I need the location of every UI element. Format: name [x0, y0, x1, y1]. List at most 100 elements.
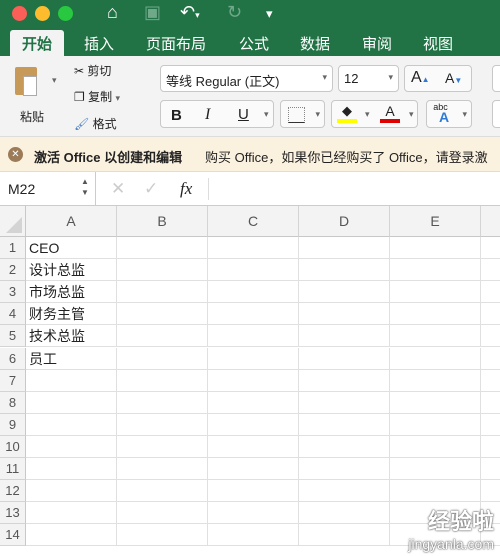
- fill-color-icon[interactable]: ◆: [337, 103, 357, 123]
- borders-button[interactable]: ▾: [280, 100, 325, 128]
- cell[interactable]: [481, 392, 500, 414]
- cell[interactable]: [208, 502, 299, 525]
- cell[interactable]: [117, 480, 208, 503]
- cell[interactable]: [481, 480, 500, 503]
- close-window-button[interactable]: [12, 6, 27, 21]
- message-text[interactable]: 购买 Office，如果你已经购买了 Office，请登录激: [205, 147, 488, 166]
- cell[interactable]: [481, 436, 500, 458]
- row-header-9[interactable]: 9: [0, 413, 26, 436]
- cell[interactable]: [26, 413, 117, 436]
- cell[interactable]: [299, 435, 390, 458]
- cell[interactable]: 财务主管: [26, 303, 117, 326]
- tab-formulas[interactable]: 公式: [239, 30, 269, 57]
- redo-icon[interactable]: ↻: [227, 2, 242, 23]
- cell[interactable]: [26, 458, 117, 480]
- cell[interactable]: [117, 502, 208, 525]
- cell[interactable]: [481, 325, 500, 348]
- cell[interactable]: [208, 259, 299, 282]
- row-header-6[interactable]: 6: [0, 347, 26, 370]
- cell[interactable]: [208, 281, 299, 304]
- cell[interactable]: [390, 413, 481, 436]
- cell[interactable]: [208, 480, 299, 503]
- column-header-D[interactable]: D: [299, 206, 390, 237]
- cell[interactable]: [117, 413, 208, 436]
- insert-function-icon[interactable]: fx: [180, 179, 192, 199]
- cell[interactable]: [26, 435, 117, 458]
- column-header-A[interactable]: A: [26, 206, 117, 237]
- tab-insert[interactable]: 插入: [84, 30, 114, 57]
- cell[interactable]: [299, 480, 390, 503]
- cell[interactable]: [390, 281, 481, 304]
- cell[interactable]: [390, 369, 481, 392]
- bold-button[interactable]: B: [171, 107, 182, 124]
- font-color-icon[interactable]: A: [380, 103, 400, 123]
- row-header-2[interactable]: 2: [0, 259, 26, 282]
- cell[interactable]: [117, 347, 208, 370]
- cell[interactable]: [299, 237, 390, 259]
- cell[interactable]: [481, 281, 500, 304]
- cell[interactable]: [26, 391, 117, 414]
- cell[interactable]: 市场总监: [26, 281, 117, 304]
- cell[interactable]: [208, 325, 299, 348]
- row-header-10[interactable]: 10: [0, 435, 26, 458]
- cell[interactable]: [299, 524, 390, 547]
- column-header-C[interactable]: C: [208, 206, 299, 237]
- column-header-E[interactable]: E: [390, 206, 481, 237]
- cell[interactable]: [481, 259, 500, 282]
- cell[interactable]: [390, 391, 481, 414]
- cell[interactable]: [299, 303, 390, 326]
- decrease-font-size-icon[interactable]: A▼: [445, 70, 462, 86]
- row-header-5[interactable]: 5: [0, 325, 26, 348]
- cancel-icon[interactable]: ✕: [111, 179, 125, 199]
- cell[interactable]: [390, 480, 481, 503]
- cell[interactable]: [299, 391, 390, 414]
- format-painter-button[interactable]: 🖌 格式: [74, 115, 117, 132]
- cell[interactable]: [299, 458, 390, 480]
- cell[interactable]: [117, 369, 208, 392]
- row-header-12[interactable]: 12: [0, 480, 26, 503]
- cell[interactable]: [117, 281, 208, 304]
- select-all-button[interactable]: [0, 206, 26, 237]
- tab-data[interactable]: 数据: [300, 30, 330, 57]
- tab-review[interactable]: 审阅: [362, 30, 392, 57]
- cell[interactable]: CEO: [26, 237, 117, 259]
- row-header-4[interactable]: 4: [0, 303, 26, 326]
- cell[interactable]: [299, 347, 390, 370]
- tab-page-layout[interactable]: 页面布局: [146, 30, 206, 57]
- column-header-F[interactable]: [481, 206, 500, 237]
- cell[interactable]: [117, 435, 208, 458]
- cell[interactable]: [26, 502, 117, 525]
- cell[interactable]: [481, 458, 500, 480]
- cell[interactable]: 员工: [26, 347, 117, 370]
- cell[interactable]: [208, 435, 299, 458]
- cell[interactable]: [208, 413, 299, 436]
- formula-input[interactable]: [208, 178, 498, 200]
- paste-button[interactable]: 粘贴: [12, 64, 57, 129]
- cell[interactable]: [208, 347, 299, 370]
- copy-button[interactable]: ❐ 复制 ▾: [74, 88, 120, 105]
- cell[interactable]: [299, 259, 390, 282]
- cell[interactable]: [117, 259, 208, 282]
- cell[interactable]: [481, 303, 500, 326]
- column-header-B[interactable]: B: [117, 206, 208, 237]
- cell[interactable]: [208, 458, 299, 480]
- home-icon[interactable]: ⌂: [107, 2, 118, 23]
- cell[interactable]: [390, 347, 481, 370]
- cell[interactable]: [481, 414, 500, 436]
- underline-button[interactable]: U: [238, 106, 249, 123]
- cell[interactable]: [390, 237, 481, 259]
- row-header-8[interactable]: 8: [0, 391, 26, 414]
- enter-icon[interactable]: ✓: [144, 179, 158, 199]
- customize-icon[interactable]: ▾: [266, 6, 273, 22]
- cell[interactable]: [299, 281, 390, 304]
- cell[interactable]: [299, 502, 390, 525]
- cell[interactable]: [26, 480, 117, 503]
- minimize-window-button[interactable]: [35, 6, 50, 21]
- row-header-14[interactable]: 14: [0, 524, 26, 547]
- cell[interactable]: [208, 524, 299, 547]
- cell[interactable]: [26, 524, 117, 547]
- font-size-select[interactable]: 12 ▾: [338, 65, 399, 92]
- tab-home[interactable]: 开始: [10, 30, 65, 56]
- font-name-select[interactable]: 等线 Regular (正文) ▾: [160, 65, 333, 92]
- cell[interactable]: [117, 458, 208, 480]
